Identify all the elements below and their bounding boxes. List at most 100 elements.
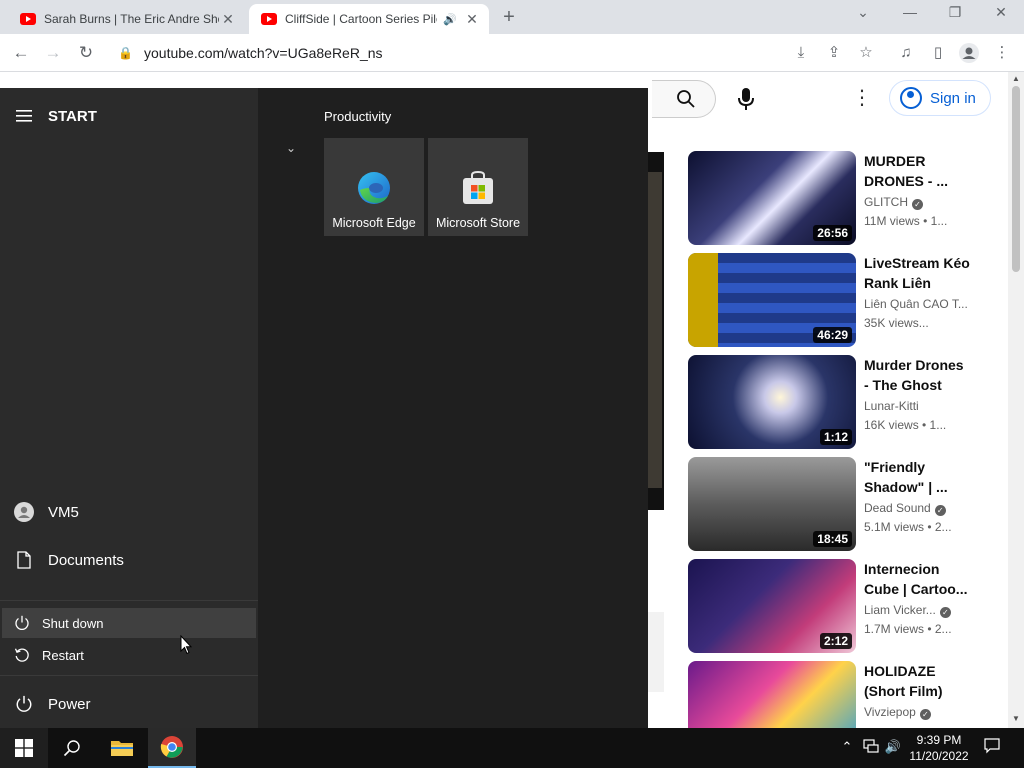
share-icon[interactable]: ⇪ — [824, 43, 844, 63]
documents-label: Documents — [48, 551, 124, 569]
recommendation-item[interactable]: 26:56 MURDER DRONES - ... GLITCH ✓ 11M vi… — [688, 151, 988, 247]
video-thumbnail[interactable]: 26:56 — [688, 151, 856, 245]
channel-name[interactable]: GLITCH ✓ — [864, 195, 974, 210]
tile-label: Microsoft Edge — [332, 216, 416, 230]
duration-badge: 46:29 — [813, 327, 852, 343]
video-meta: 5.1M views • 2... — [864, 520, 952, 534]
reload-icon[interactable]: ↻ — [75, 42, 97, 64]
channel-label: Liam Vicker... — [864, 603, 936, 617]
scroll-down-icon[interactable]: ▼ — [1012, 714, 1020, 723]
power-item[interactable]: Power — [0, 684, 256, 724]
back-icon[interactable]: ← — [10, 42, 32, 64]
video-meta: 1.7M views • 2... — [864, 622, 952, 636]
chevron-down-icon[interactable]: ⌄ — [286, 141, 296, 155]
tab-cliffside[interactable]: CliffSide | Cartoon Series Pilo 🔊 ✕ — [249, 4, 489, 34]
tab-search-icon[interactable]: ⌄ — [848, 4, 878, 21]
youtube-favicon-icon — [20, 13, 36, 25]
mouse-cursor-icon — [180, 634, 193, 660]
clock-time: 9:39 PM — [916, 733, 962, 747]
video-meta: 16K views • 1... — [864, 418, 947, 432]
volume-icon[interactable]: 🔊 — [884, 739, 902, 755]
youtube-favicon-icon — [261, 13, 277, 25]
media-control-icon[interactable]: ♫ — [896, 43, 916, 63]
video-thumbnail[interactable] — [688, 661, 856, 728]
clock[interactable]: 9:39 PM 11/20/2022 — [904, 732, 974, 764]
recommendation-item[interactable]: 46:29 LiveStream Kéo Rank Liên Quâ... Li… — [688, 253, 988, 349]
start-header[interactable]: START — [0, 96, 256, 136]
video-meta: 35K views... — [864, 316, 929, 330]
hamburger-menu-icon[interactable] — [0, 110, 48, 122]
verified-icon: ✓ — [912, 199, 924, 210]
network-icon[interactable] — [862, 739, 880, 756]
video-title[interactable]: "Friendly Shadow" | ... — [864, 457, 970, 497]
install-app-icon[interactable]: ⤓ — [791, 43, 811, 63]
tab-close-icon[interactable]: ✕ — [463, 11, 481, 28]
sign-in-button[interactable]: Sign in — [889, 80, 991, 116]
channel-name[interactable]: Lunar-Kitti — [864, 399, 974, 413]
microsoft-store-tile[interactable]: Microsoft Store — [428, 138, 528, 236]
close-window-button[interactable]: ✕ — [986, 4, 1016, 21]
scroll-up-icon[interactable]: ▲ — [1012, 74, 1020, 83]
profile-icon[interactable] — [959, 43, 979, 63]
tab-close-icon[interactable]: ✕ — [219, 11, 237, 28]
start-button[interactable] — [0, 728, 48, 768]
restore-button[interactable]: ❐ — [940, 4, 970, 21]
scrollbar-thumb[interactable] — [1012, 86, 1020, 272]
new-tab-button[interactable]: + — [498, 6, 520, 29]
show-hidden-icons-icon[interactable]: ⌃ — [838, 739, 856, 755]
taskbar-search-button[interactable] — [48, 728, 96, 768]
chrome-menu-icon[interactable]: ⋮ — [992, 43, 1012, 63]
video-thumbnail[interactable]: 46:29 — [688, 253, 856, 347]
restart-option[interactable]: Restart — [2, 640, 256, 670]
thumbnail-art — [688, 253, 718, 347]
recommendation-item[interactable]: 1:12 Murder Drones - The Ghost Lunar-Kit… — [688, 355, 988, 451]
video-title[interactable]: LiveStream Kéo Rank Liên Quâ... — [864, 253, 970, 295]
video-title[interactable]: Internecion Cube | Cartoo... — [864, 559, 970, 599]
user-account-item[interactable]: VM5 — [0, 492, 256, 532]
shut-down-option[interactable]: Shut down — [2, 608, 256, 638]
search-icon[interactable] — [676, 89, 696, 114]
restart-icon — [2, 647, 42, 663]
documents-item[interactable]: Documents — [0, 540, 256, 580]
browser-toolbar: ← → ↻ 🔒 youtube.com/watch?v=UGa8eReR_ns … — [0, 34, 1024, 72]
channel-name[interactable]: Vivziepop ✓ — [864, 705, 974, 720]
microsoft-edge-tile[interactable]: Microsoft Edge — [324, 138, 424, 236]
file-explorer-button[interactable] — [98, 728, 146, 768]
recommendation-item[interactable]: 18:45 "Friendly Shadow" | ... Dead Sound… — [688, 457, 988, 553]
speaker-icon[interactable]: 🔊 — [443, 13, 457, 26]
forward-icon[interactable]: → — [42, 42, 64, 64]
channel-name[interactable]: Dead Sound ✓ — [864, 501, 974, 516]
more-options-icon[interactable]: ⋮ — [852, 88, 872, 108]
page-scrollbar[interactable]: ▲ ▼ — [1008, 72, 1024, 728]
clock-date: 11/20/2022 — [909, 749, 969, 763]
video-thumbnail[interactable]: 2:12 — [688, 559, 856, 653]
minimize-button[interactable]: — — [895, 4, 925, 20]
channel-name[interactable]: Liên Quân CAO T... — [864, 297, 974, 311]
channel-name[interactable]: Liam Vicker... ✓ — [864, 603, 974, 618]
lock-icon: 🔒 — [118, 46, 133, 60]
video-title[interactable]: MURDER DRONES - ... — [864, 151, 970, 191]
chrome-taskbar-button[interactable] — [148, 728, 196, 768]
user-name: VM5 — [48, 503, 79, 521]
video-thumbnail[interactable]: 1:12 — [688, 355, 856, 449]
power-icon — [2, 615, 42, 631]
verified-icon: ✓ — [939, 607, 951, 618]
tab-title: CliffSide | Cartoon Series Pilo — [285, 12, 438, 26]
tab-sarah-burns[interactable]: Sarah Burns | The Eric Andre Sho ✕ — [8, 4, 245, 34]
address-url[interactable]: youtube.com/watch?v=UGa8eReR_ns — [144, 45, 383, 61]
tile-group-label[interactable]: Productivity — [324, 109, 391, 124]
taskbar: ⌃ 🔊 9:39 PM 11/20/2022 — [0, 728, 1024, 768]
video-title[interactable]: HOLIDAZE (Short Film) — [864, 661, 970, 701]
video-title[interactable]: Murder Drones - The Ghost — [864, 355, 970, 395]
power-icon — [0, 695, 48, 713]
recommendation-item[interactable]: HOLIDAZE (Short Film) Vivziepop ✓ — [688, 661, 988, 728]
tile-label: Microsoft Store — [435, 216, 521, 230]
address-bar[interactable]: 🔒 youtube.com/watch?v=UGa8eReR_ns — [108, 38, 888, 68]
bookmark-star-icon[interactable]: ☆ — [856, 43, 876, 63]
side-panel-icon[interactable]: ▯ — [928, 43, 948, 63]
duration-badge: 2:12 — [819, 633, 852, 649]
recommendation-item[interactable]: 2:12 Internecion Cube | Cartoo... Liam V… — [688, 559, 988, 655]
action-center-icon[interactable] — [983, 738, 1001, 757]
microphone-icon[interactable] — [736, 87, 756, 116]
video-thumbnail[interactable]: 18:45 — [688, 457, 856, 551]
